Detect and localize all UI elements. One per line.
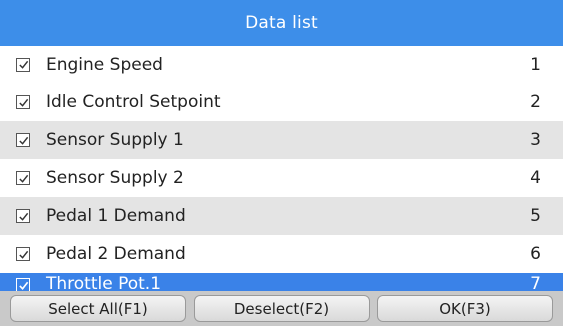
list-item-label: Sensor Supply 1: [46, 130, 184, 150]
list-item-number: 1: [530, 54, 541, 75]
list-item-number: 6: [530, 244, 541, 264]
list-item[interactable]: Engine Speed 1: [0, 46, 563, 83]
checkbox-checked-icon[interactable]: [16, 171, 30, 185]
checkbox-checked-icon[interactable]: [16, 209, 30, 223]
deselect-button[interactable]: Deselect(F2): [193, 295, 370, 322]
list-item-label: Pedal 2 Demand: [46, 244, 186, 264]
list-item-number: 2: [530, 92, 541, 112]
list-item[interactable]: Sensor Supply 2 4: [0, 159, 563, 197]
list-item-number: 4: [530, 168, 541, 188]
list-item[interactable]: Sensor Supply 1 3: [0, 121, 563, 159]
list-item-number: 3: [530, 130, 541, 150]
list-item-label: Sensor Supply 2: [46, 168, 184, 188]
button-bar: Select All(F1) Deselect(F2) OK(F3): [0, 291, 563, 326]
list-item-label: Pedal 1 Demand: [46, 206, 186, 226]
list-item[interactable]: Idle Control Setpoint 2: [0, 83, 563, 121]
list-item-label: Throttle Pot.1: [46, 274, 162, 291]
list-item[interactable]: Pedal 2 Demand 6: [0, 235, 563, 273]
title-bar: Data list: [0, 0, 563, 46]
checkbox-checked-icon[interactable]: [16, 278, 30, 291]
list-item-label: Engine Speed: [46, 54, 163, 75]
data-list: Engine Speed 1 Idle Control Setpoint 2 S…: [0, 46, 563, 291]
data-list-screen: Data list Engine Speed 1 Idle Control Se…: [0, 0, 563, 326]
list-item-label: Idle Control Setpoint: [46, 92, 221, 112]
page-title: Data list: [245, 13, 318, 33]
checkbox-checked-icon[interactable]: [16, 247, 30, 261]
checkbox-checked-icon[interactable]: [16, 57, 30, 72]
checkbox-checked-icon[interactable]: [16, 133, 30, 147]
list-item[interactable]: Pedal 1 Demand 5: [0, 197, 563, 235]
select-all-button[interactable]: Select All(F1): [10, 295, 186, 322]
list-item-number: 7: [530, 274, 541, 291]
checkbox-checked-icon[interactable]: [16, 95, 30, 109]
ok-button[interactable]: OK(F3): [377, 295, 553, 322]
list-item-selected[interactable]: Throttle Pot.1 7: [0, 273, 563, 291]
list-item-number: 5: [530, 206, 541, 226]
